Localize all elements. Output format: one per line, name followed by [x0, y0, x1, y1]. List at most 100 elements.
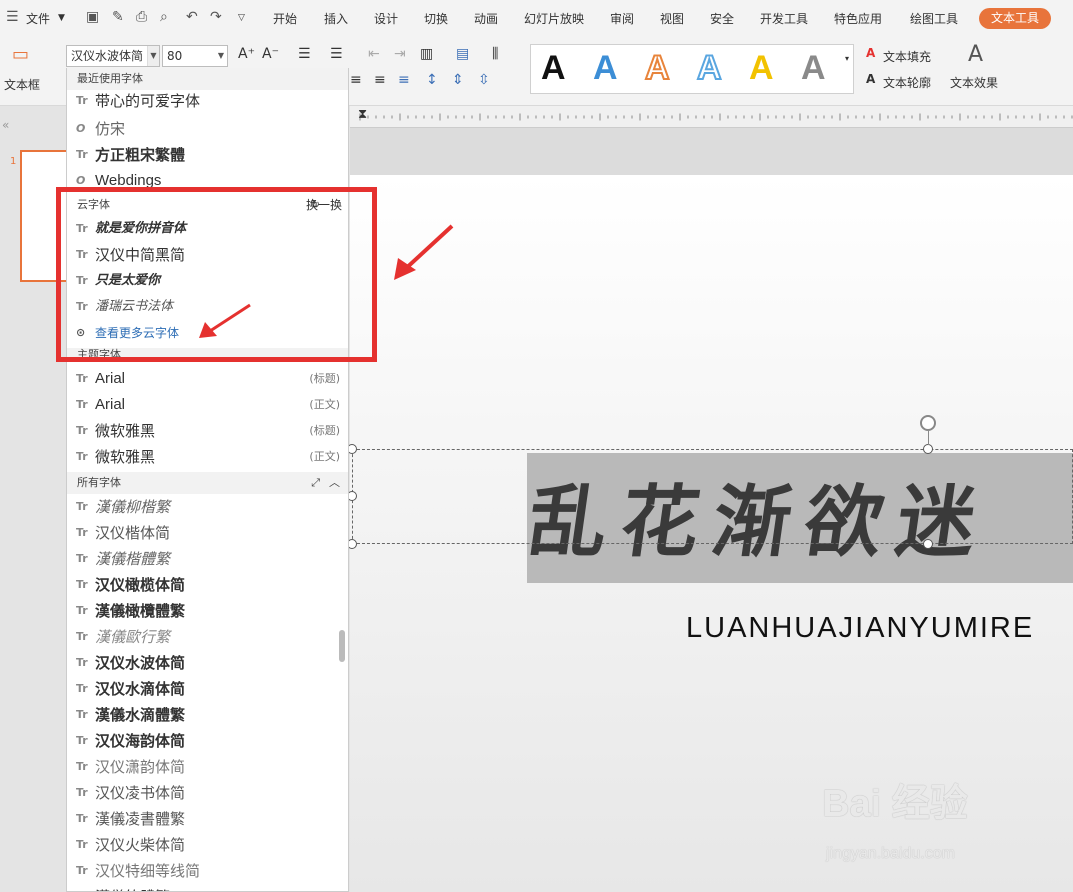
font-item[interactable]: Tr 汉仪橄榄体简: [67, 572, 348, 598]
chevron-down-icon[interactable]: ▼: [147, 46, 159, 66]
wordart-style-blue[interactable]: A: [593, 49, 618, 88]
font-item-label: 漢儀凌書體繁: [95, 810, 186, 828]
font-item[interactable]: Tr 漢儀楷體繁: [67, 546, 348, 572]
font-item[interactable]: Tr 汉仪楷体简: [67, 520, 348, 546]
truetype-icon: Tr: [76, 734, 88, 747]
pin-icon[interactable]: ⤢: [311, 472, 320, 494]
text-fill-button[interactable]: 文本填充: [883, 48, 931, 65]
tab-slideshow[interactable]: 幻灯片放映: [524, 10, 584, 27]
truetype-icon: Tr: [76, 552, 88, 565]
shrink-font-icon[interactable]: A⁻: [262, 46, 279, 62]
chevron-up-icon[interactable]: ︿: [329, 472, 340, 494]
font-item-label: 汉仪水波体简: [95, 654, 186, 672]
font-item[interactable]: Tr 漢儀柳楷繁: [67, 494, 348, 520]
horizontal-ruler: ⧗: [350, 106, 1073, 128]
tab-transition[interactable]: 切换: [424, 10, 448, 27]
align-center-icon[interactable]: ≡: [374, 72, 386, 88]
paragraph-spacing-icon[interactable]: ⇕: [452, 72, 464, 88]
font-item[interactable]: Tr漢儀竹體繁: [67, 884, 348, 891]
text-effect-button[interactable]: 文本效果: [950, 74, 998, 91]
dropdown-scrollbar[interactable]: [339, 630, 345, 662]
redo-icon[interactable]: ↷: [210, 9, 222, 25]
font-item[interactable]: O 仿宋: [67, 116, 348, 142]
font-item-label: 漢儀楷體繁: [95, 550, 171, 568]
wordart-style-black[interactable]: A: [541, 49, 566, 88]
wordart-style-yellow[interactable]: A: [749, 49, 774, 88]
slide-number: 1: [10, 156, 17, 167]
font-item[interactable]: Tr 漢儀凌書體繁: [67, 806, 348, 832]
text-outline-button[interactable]: 文本轮廓: [883, 74, 931, 91]
textbox-icon[interactable]: ▭: [12, 44, 29, 65]
spacing-options-icon[interactable]: ⇳: [478, 72, 490, 88]
decrease-indent-icon[interactable]: ⇤: [368, 46, 380, 62]
font-item[interactable]: Tr 漢儀橄欖體繁: [67, 598, 348, 624]
slide-subtitle[interactable]: LUANHUAJIANYUMIRE: [686, 612, 1034, 645]
resize-handle[interactable]: [923, 539, 933, 549]
grow-font-icon[interactable]: A⁺: [238, 46, 255, 62]
font-item[interactable]: Tr 漢儀水滴體繁: [67, 702, 348, 728]
align-justify-icon[interactable]: ≡: [398, 72, 410, 88]
font-item[interactable]: Tr 汉仪特细等线简: [67, 858, 348, 884]
collapse-panel-icon[interactable]: «: [2, 118, 9, 132]
text-effect-icon[interactable]: A: [968, 42, 983, 67]
increase-indent-icon[interactable]: ⇥: [394, 46, 406, 62]
font-item[interactable]: Tr 微软雅黑 (标题): [67, 418, 348, 444]
font-item[interactable]: Tr 汉仪海韵体简: [67, 728, 348, 754]
tab-home[interactable]: 开始: [273, 10, 297, 27]
font-item-label: 汉仪凌书体简: [95, 784, 186, 802]
tab-drawing-tools[interactable]: 绘图工具: [910, 10, 958, 27]
wordart-style-orange-outline[interactable]: A: [644, 48, 671, 88]
tab-features[interactable]: 特色应用: [834, 10, 882, 27]
hamburger-icon[interactable]: ☰: [6, 9, 19, 25]
font-item-label: 微软雅黑: [95, 422, 156, 440]
tab-design[interactable]: 设计: [374, 10, 398, 27]
tab-developer[interactable]: 开发工具: [760, 10, 808, 27]
font-item[interactable]: Tr 汉仪潇韵体简: [67, 754, 348, 780]
font-item[interactable]: Tr 带心的可爱字体: [67, 88, 348, 114]
tab-animation[interactable]: 动画: [474, 10, 498, 27]
file-menu[interactable]: 文件: [26, 10, 50, 27]
rotate-handle-icon[interactable]: [920, 415, 936, 431]
text-outline-icon[interactable]: A: [866, 72, 875, 86]
format-painter-icon[interactable]: ✎: [112, 9, 124, 25]
tab-view[interactable]: 视图: [660, 10, 684, 27]
indent-marker-icon[interactable]: ⧗: [358, 107, 367, 122]
quick-access-more-icon[interactable]: ▽: [238, 13, 245, 23]
font-size-value: 80: [167, 49, 183, 63]
chevron-down-icon[interactable]: ▼: [215, 46, 227, 66]
line-spacing-icon[interactable]: ↕: [426, 72, 438, 88]
tab-security[interactable]: 安全: [710, 10, 734, 27]
resize-handle[interactable]: [923, 444, 933, 454]
save-icon[interactable]: ▣: [86, 9, 99, 25]
gallery-more-icon[interactable]: ▾: [845, 54, 849, 63]
align-text-icon[interactable]: ⫼: [492, 46, 498, 62]
print-preview-icon[interactable]: ⌕: [160, 9, 168, 25]
font-item[interactable]: Tr 方正粗宋繁體: [67, 142, 348, 168]
font-item[interactable]: Tr 汉仪水滴体简: [67, 676, 348, 702]
print-icon[interactable]: ⎙: [136, 9, 147, 25]
undo-icon[interactable]: ↶: [186, 9, 198, 25]
font-item[interactable]: Tr 汉仪凌书体简: [67, 780, 348, 806]
font-item[interactable]: Tr Arial (正文): [67, 392, 348, 418]
textbox-button[interactable]: 文本框: [4, 76, 40, 93]
font-item[interactable]: Tr 汉仪水波体简: [67, 650, 348, 676]
wordart-style-gray[interactable]: A: [801, 49, 826, 88]
tab-text-tools[interactable]: 文本工具: [979, 8, 1051, 29]
chevron-down-icon[interactable]: ▼: [58, 13, 65, 23]
columns-icon[interactable]: ▥: [420, 46, 433, 62]
text-direction-icon[interactable]: ▤: [456, 46, 469, 62]
tab-insert[interactable]: 插入: [324, 10, 348, 27]
numbering-icon[interactable]: ☰: [330, 46, 343, 62]
text-fill-icon[interactable]: A: [866, 46, 875, 60]
font-item[interactable]: Tr 汉仪火柴体简: [67, 832, 348, 858]
align-left-icon[interactable]: ≡: [350, 72, 362, 88]
font-item[interactable]: Tr Arial (标题): [67, 366, 348, 392]
truetype-icon: Tr: [76, 578, 88, 591]
bullets-icon[interactable]: ☰: [298, 46, 311, 62]
tab-review[interactable]: 审阅: [610, 10, 634, 27]
font-item[interactable]: Tr 漢儀歐行繁: [67, 624, 348, 650]
font-item[interactable]: Tr 微软雅黑 (正文): [67, 444, 348, 470]
font-name-field[interactable]: 汉仪水波体简 ▼: [66, 45, 160, 67]
wordart-style-blue-outline[interactable]: A: [696, 48, 723, 88]
font-size-field[interactable]: 80 ▼: [162, 45, 228, 67]
